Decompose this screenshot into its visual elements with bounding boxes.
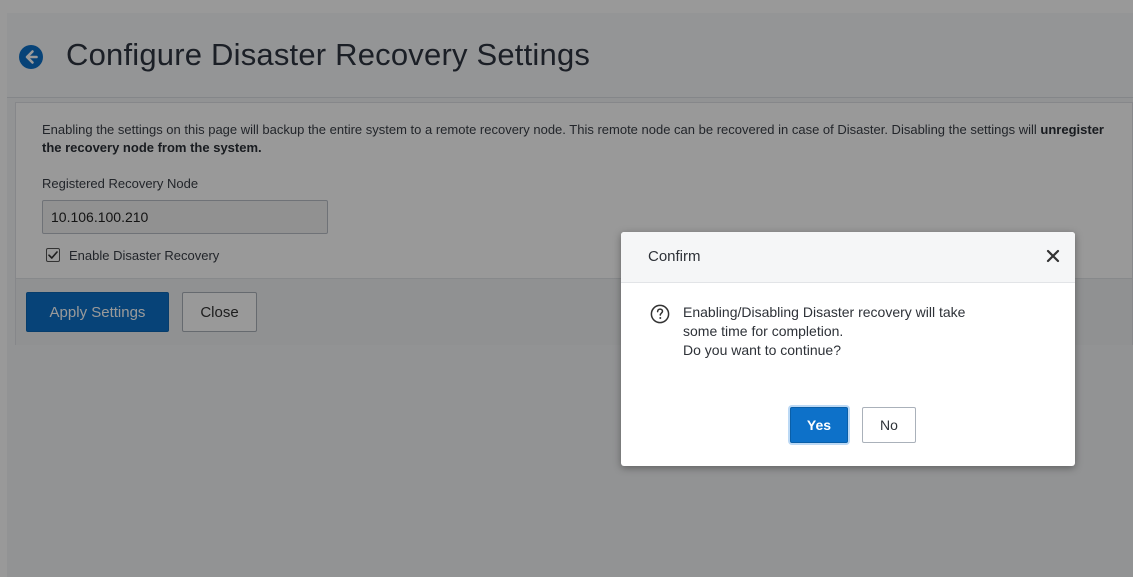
no-button[interactable]: No (862, 407, 916, 443)
message-line: some time for completion. (683, 323, 844, 339)
dialog-title: Confirm (648, 248, 701, 265)
yes-button[interactable]: Yes (790, 407, 848, 443)
confirm-dialog: Confirm Enabling/Disabling Disaster reco… (621, 232, 1075, 466)
message-line: Do you want to continue? (683, 342, 841, 358)
close-icon[interactable] (1041, 244, 1065, 268)
dialog-header: Confirm (621, 232, 1075, 283)
message-line: Enabling/Disabling Disaster recovery wil… (683, 304, 966, 320)
question-circle-icon (650, 304, 670, 324)
dialog-message: Enabling/Disabling Disaster recovery wil… (683, 303, 1043, 360)
